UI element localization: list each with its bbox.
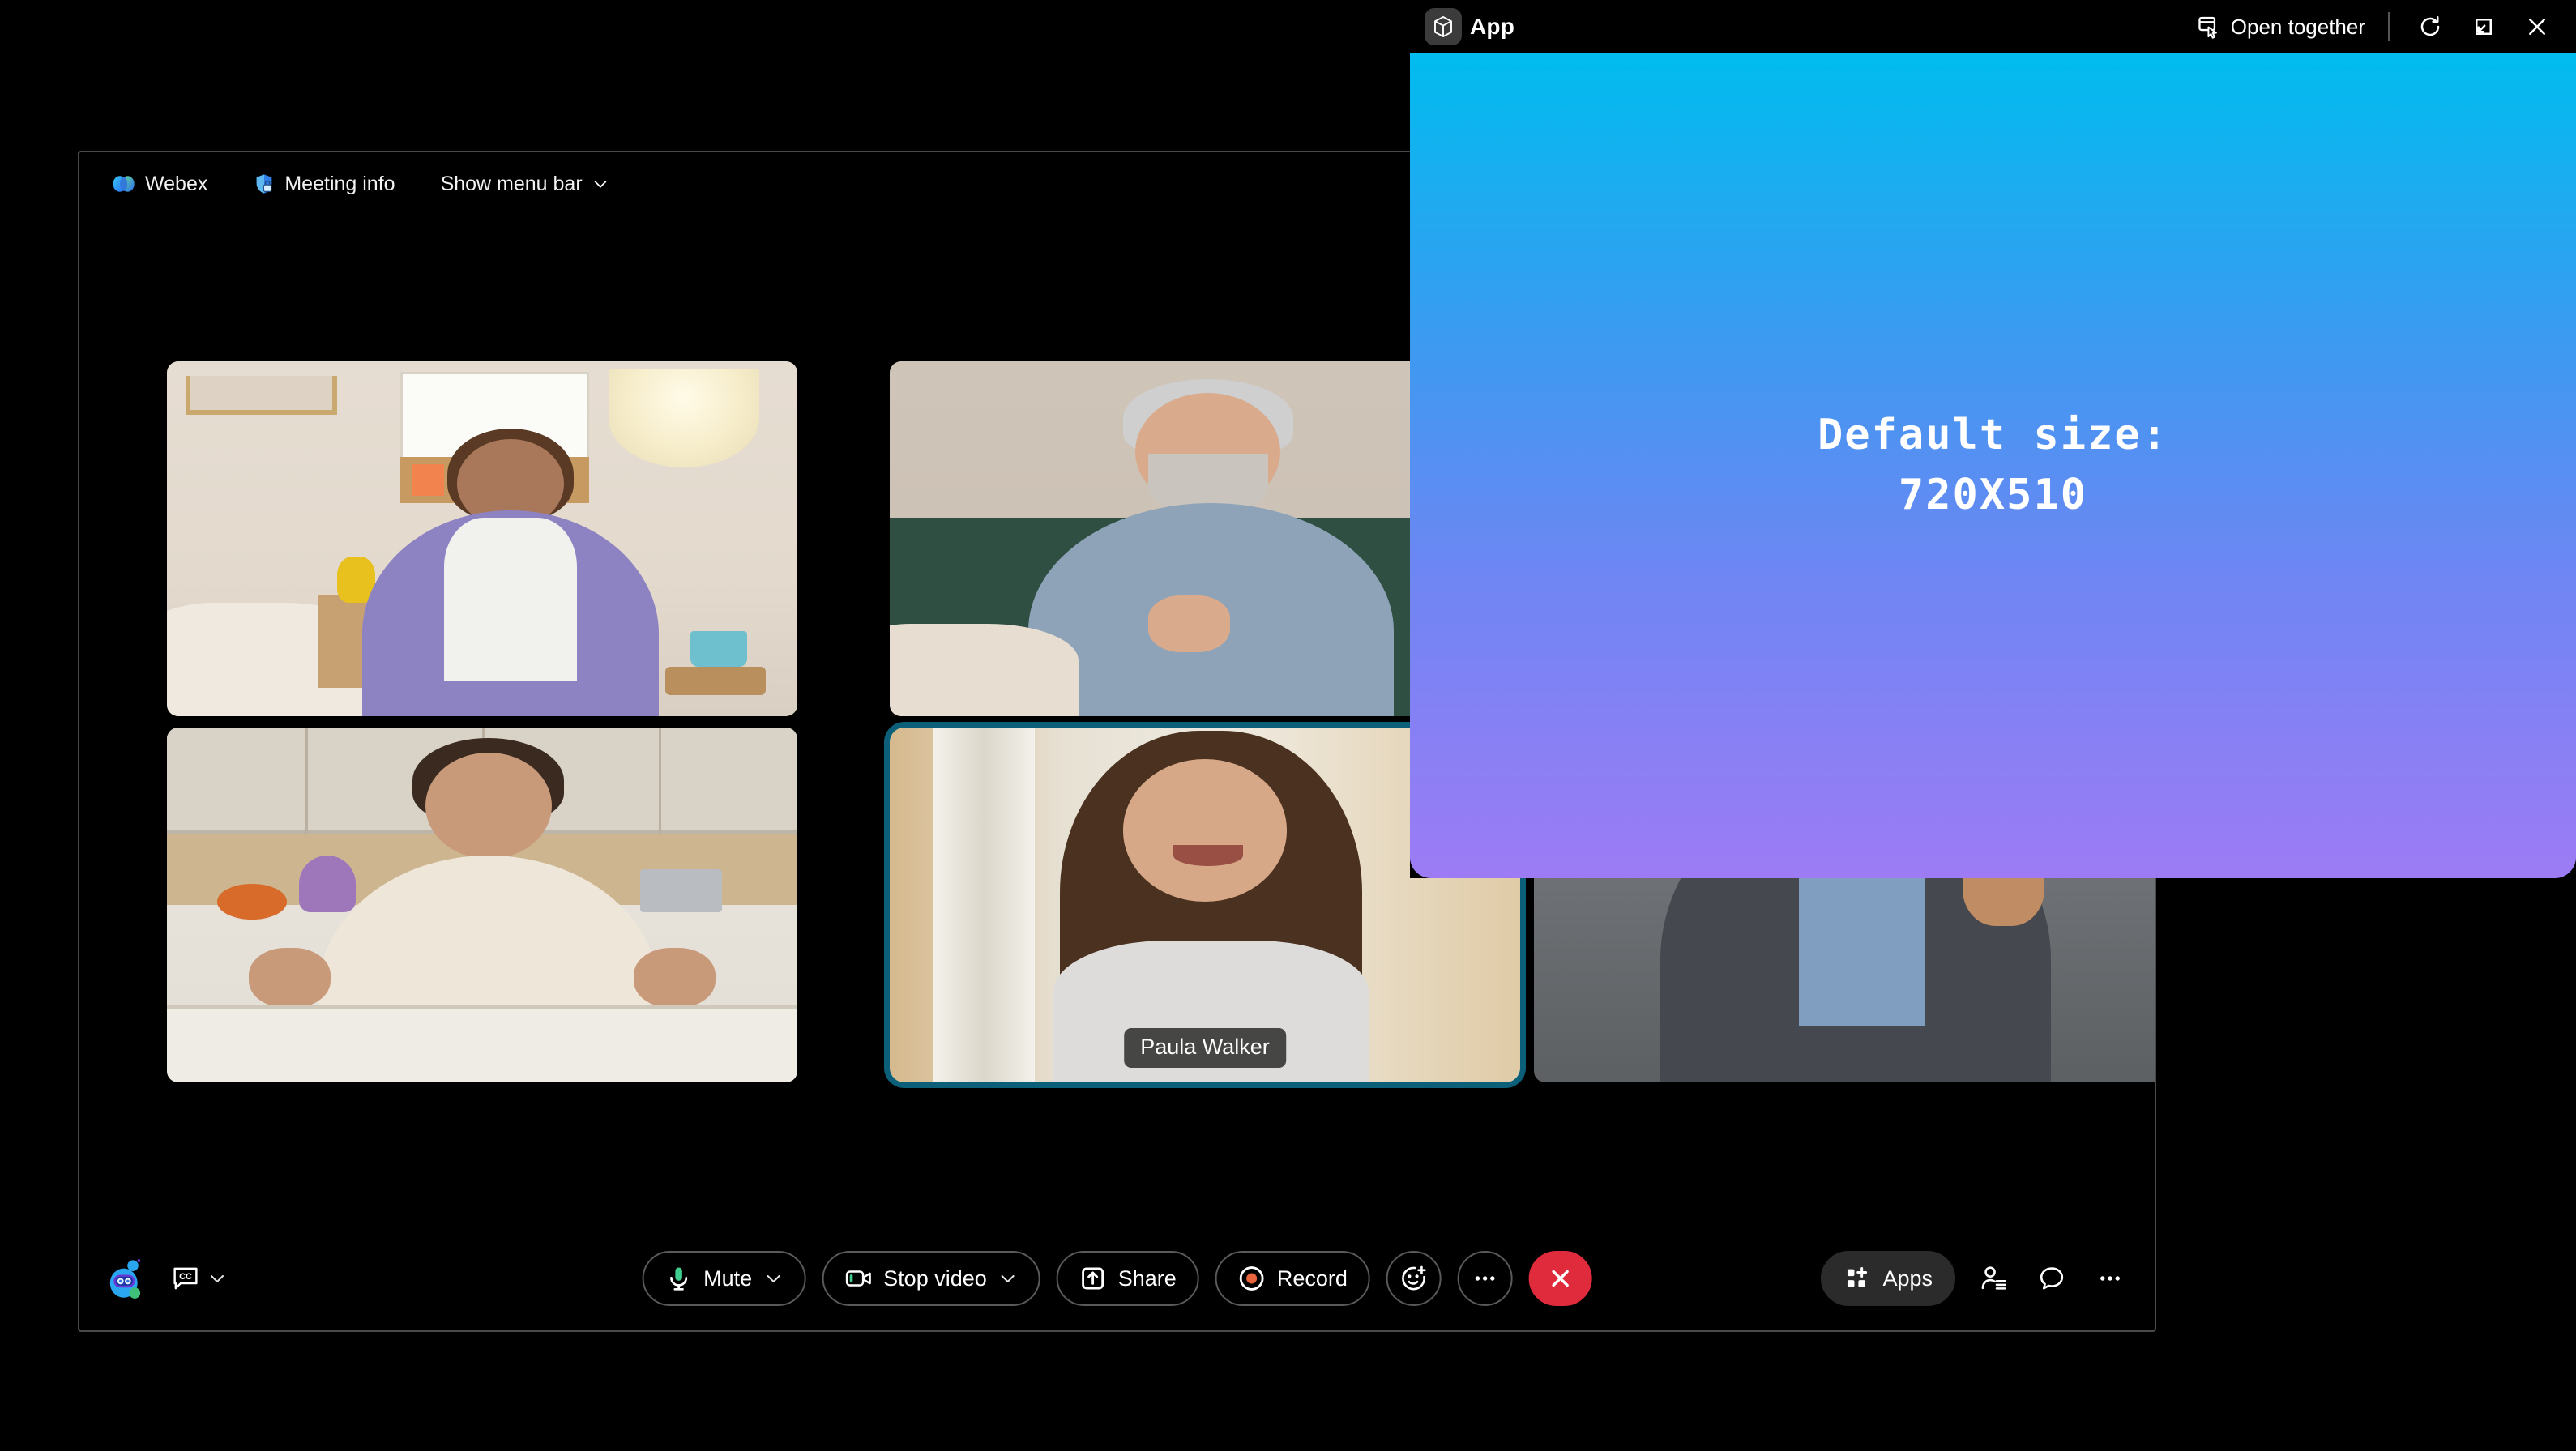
record-dot-icon (1239, 1266, 1264, 1291)
participant-video (167, 361, 797, 716)
apps-grid-plus-icon (1848, 1267, 1868, 1287)
meeting-controls-toolbar: CC Mute Stop video Share Record Apps (79, 1227, 2155, 1330)
participant-video (167, 728, 797, 1082)
ellipsis-icon (2100, 1276, 2120, 1281)
reactions-button[interactable] (1386, 1251, 1442, 1306)
chat-button[interactable] (2031, 1258, 2072, 1299)
restore-down-button[interactable] (2466, 9, 2501, 45)
chevron-down-icon (211, 1275, 224, 1282)
share-label: Share (1117, 1265, 1177, 1291)
more-options-button[interactable] (1457, 1251, 1513, 1306)
app-canvas[interactable]: Default size: 720X510 (1410, 53, 2576, 878)
leave-meeting-button[interactable] (1528, 1251, 1592, 1306)
apps-label: Apps (1882, 1265, 1933, 1291)
chat-bubble-icon (2040, 1267, 2064, 1290)
open-together-button[interactable]: Open together (2197, 15, 2365, 40)
close-app-button[interactable] (2519, 9, 2555, 45)
microphone-icon (669, 1267, 687, 1291)
camera-icon (845, 1270, 871, 1287)
participants-button[interactable] (1973, 1258, 2014, 1299)
screen: Webex Meeting info Show menu bar Paula W… (0, 0, 2576, 1451)
participant-tile[interactable] (167, 361, 797, 716)
chevron-down-icon[interactable] (763, 1269, 783, 1288)
stop-video-button[interactable]: Stop video (822, 1251, 1040, 1306)
participant-name-badge: Paula Walker (1124, 1028, 1286, 1068)
record-label: Record (1276, 1265, 1348, 1291)
share-button[interactable]: Share (1056, 1251, 1199, 1306)
participants-list-icon (1981, 1266, 2006, 1290)
record-button[interactable]: Record (1215, 1251, 1370, 1306)
stop-video-label: Stop video (883, 1265, 987, 1291)
mute-button[interactable]: Mute (642, 1251, 806, 1306)
titlebar-divider (2388, 12, 2390, 41)
smiley-plus-icon (1402, 1265, 1426, 1291)
cube-glyph (1434, 16, 1452, 37)
cc-icon: CC (173, 1267, 198, 1290)
closed-captions-button[interactable]: CC (165, 1258, 233, 1299)
refresh-button[interactable] (2412, 9, 2448, 45)
cube-app-icon (1425, 8, 1462, 45)
app-panel-title: App (1470, 14, 1515, 39)
app-panel: App Open together Default size: 720X510 (1410, 0, 2576, 878)
refresh-icon (2420, 16, 2440, 36)
share-up-icon (1082, 1267, 1104, 1290)
ai-assistant-icon[interactable] (107, 1257, 144, 1299)
panel-more-button[interactable] (2090, 1258, 2130, 1299)
apps-button[interactable]: Apps (1821, 1251, 1955, 1306)
close-x-icon (1552, 1270, 1570, 1287)
restore-down-icon (2476, 19, 2492, 35)
mute-label: Mute (703, 1265, 753, 1291)
open-together-cursor-icon (2198, 16, 2217, 39)
app-default-size-message: Default size: 720X510 (1818, 411, 2168, 519)
ellipsis-icon (1475, 1276, 1495, 1281)
open-together-label: Open together (2230, 14, 2365, 39)
participant-tile[interactable] (167, 728, 797, 1082)
svg-text:CC: CC (179, 1272, 192, 1282)
chevron-down-icon[interactable] (998, 1269, 1018, 1288)
close-x-icon (2529, 19, 2545, 35)
app-panel-titlebar: App Open together (1410, 0, 2576, 53)
